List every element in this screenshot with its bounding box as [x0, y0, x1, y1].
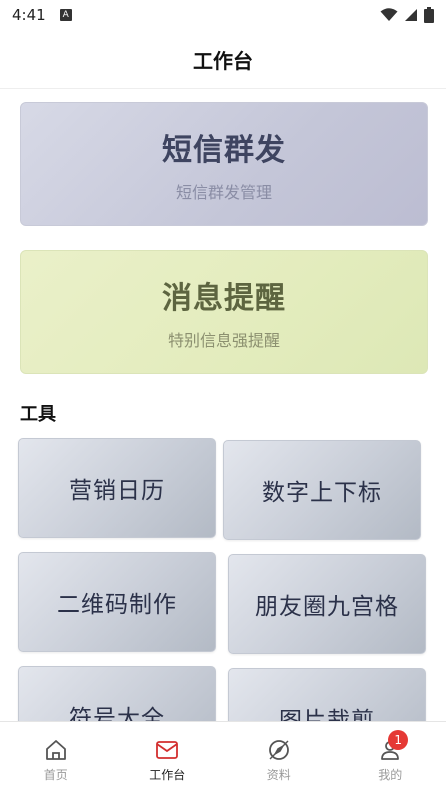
tab-label: 我的: [378, 766, 402, 783]
notification-a-icon: A: [60, 9, 72, 21]
tool-qrcode-maker[interactable]: 二维码制作: [18, 552, 216, 652]
compass-icon: [267, 738, 291, 762]
banner-title: 短信群发: [162, 125, 286, 169]
status-bar: 4:41 A: [0, 0, 446, 30]
tab-workbench[interactable]: 工作台: [112, 722, 224, 794]
status-time: 4:41: [12, 6, 46, 24]
tool-moments-grid[interactable]: 朋友圈九宫格: [228, 554, 426, 654]
tab-mine[interactable]: 1 我的: [335, 722, 446, 794]
tool-label: 营销日历: [69, 471, 165, 505]
banner-subtitle: 特别信息强提醒: [168, 327, 280, 351]
page-title: 工作台: [193, 45, 253, 74]
tab-label: 资料: [267, 766, 291, 783]
banner-subtitle: 短信群发管理: [176, 179, 272, 203]
tool-marketing-calendar[interactable]: 营销日历: [18, 438, 216, 538]
notification-badge: 1: [388, 730, 408, 750]
tool-image-crop[interactable]: 图片裁剪: [228, 668, 426, 721]
tool-label: 符号大全: [69, 699, 165, 721]
sms-broadcast-banner[interactable]: 短信群发 短信群发管理: [20, 102, 428, 226]
message-reminder-banner[interactable]: 消息提醒 特别信息强提醒: [20, 250, 428, 374]
workbench-content[interactable]: 短信群发 短信群发管理 消息提醒 特别信息强提醒 工具 营销日历 数字上下标 二…: [0, 89, 446, 721]
tab-label: 工作台: [149, 766, 185, 783]
home-icon: [44, 738, 68, 762]
signal-icon: [404, 8, 418, 22]
bottom-tab-bar: 首页 工作台 资料 1 我的: [0, 721, 446, 794]
tools-section-title: 工具: [20, 400, 56, 426]
tool-symbols[interactable]: 符号大全: [18, 666, 216, 721]
tab-home[interactable]: 首页: [0, 722, 112, 794]
tool-label: 图片裁剪: [279, 701, 375, 721]
battery-icon: [424, 7, 434, 23]
tool-label: 二维码制作: [57, 585, 177, 619]
tool-superscript-subscript[interactable]: 数字上下标: [223, 440, 421, 540]
tab-materials[interactable]: 资料: [223, 722, 335, 794]
mail-icon: [155, 738, 179, 762]
banner-title: 消息提醒: [162, 273, 286, 317]
wifi-icon: [380, 8, 398, 22]
tool-label: 数字上下标: [262, 473, 382, 507]
tab-label: 首页: [44, 766, 68, 783]
tool-label: 朋友圈九宫格: [255, 587, 399, 621]
page-header: 工作台: [0, 30, 446, 89]
